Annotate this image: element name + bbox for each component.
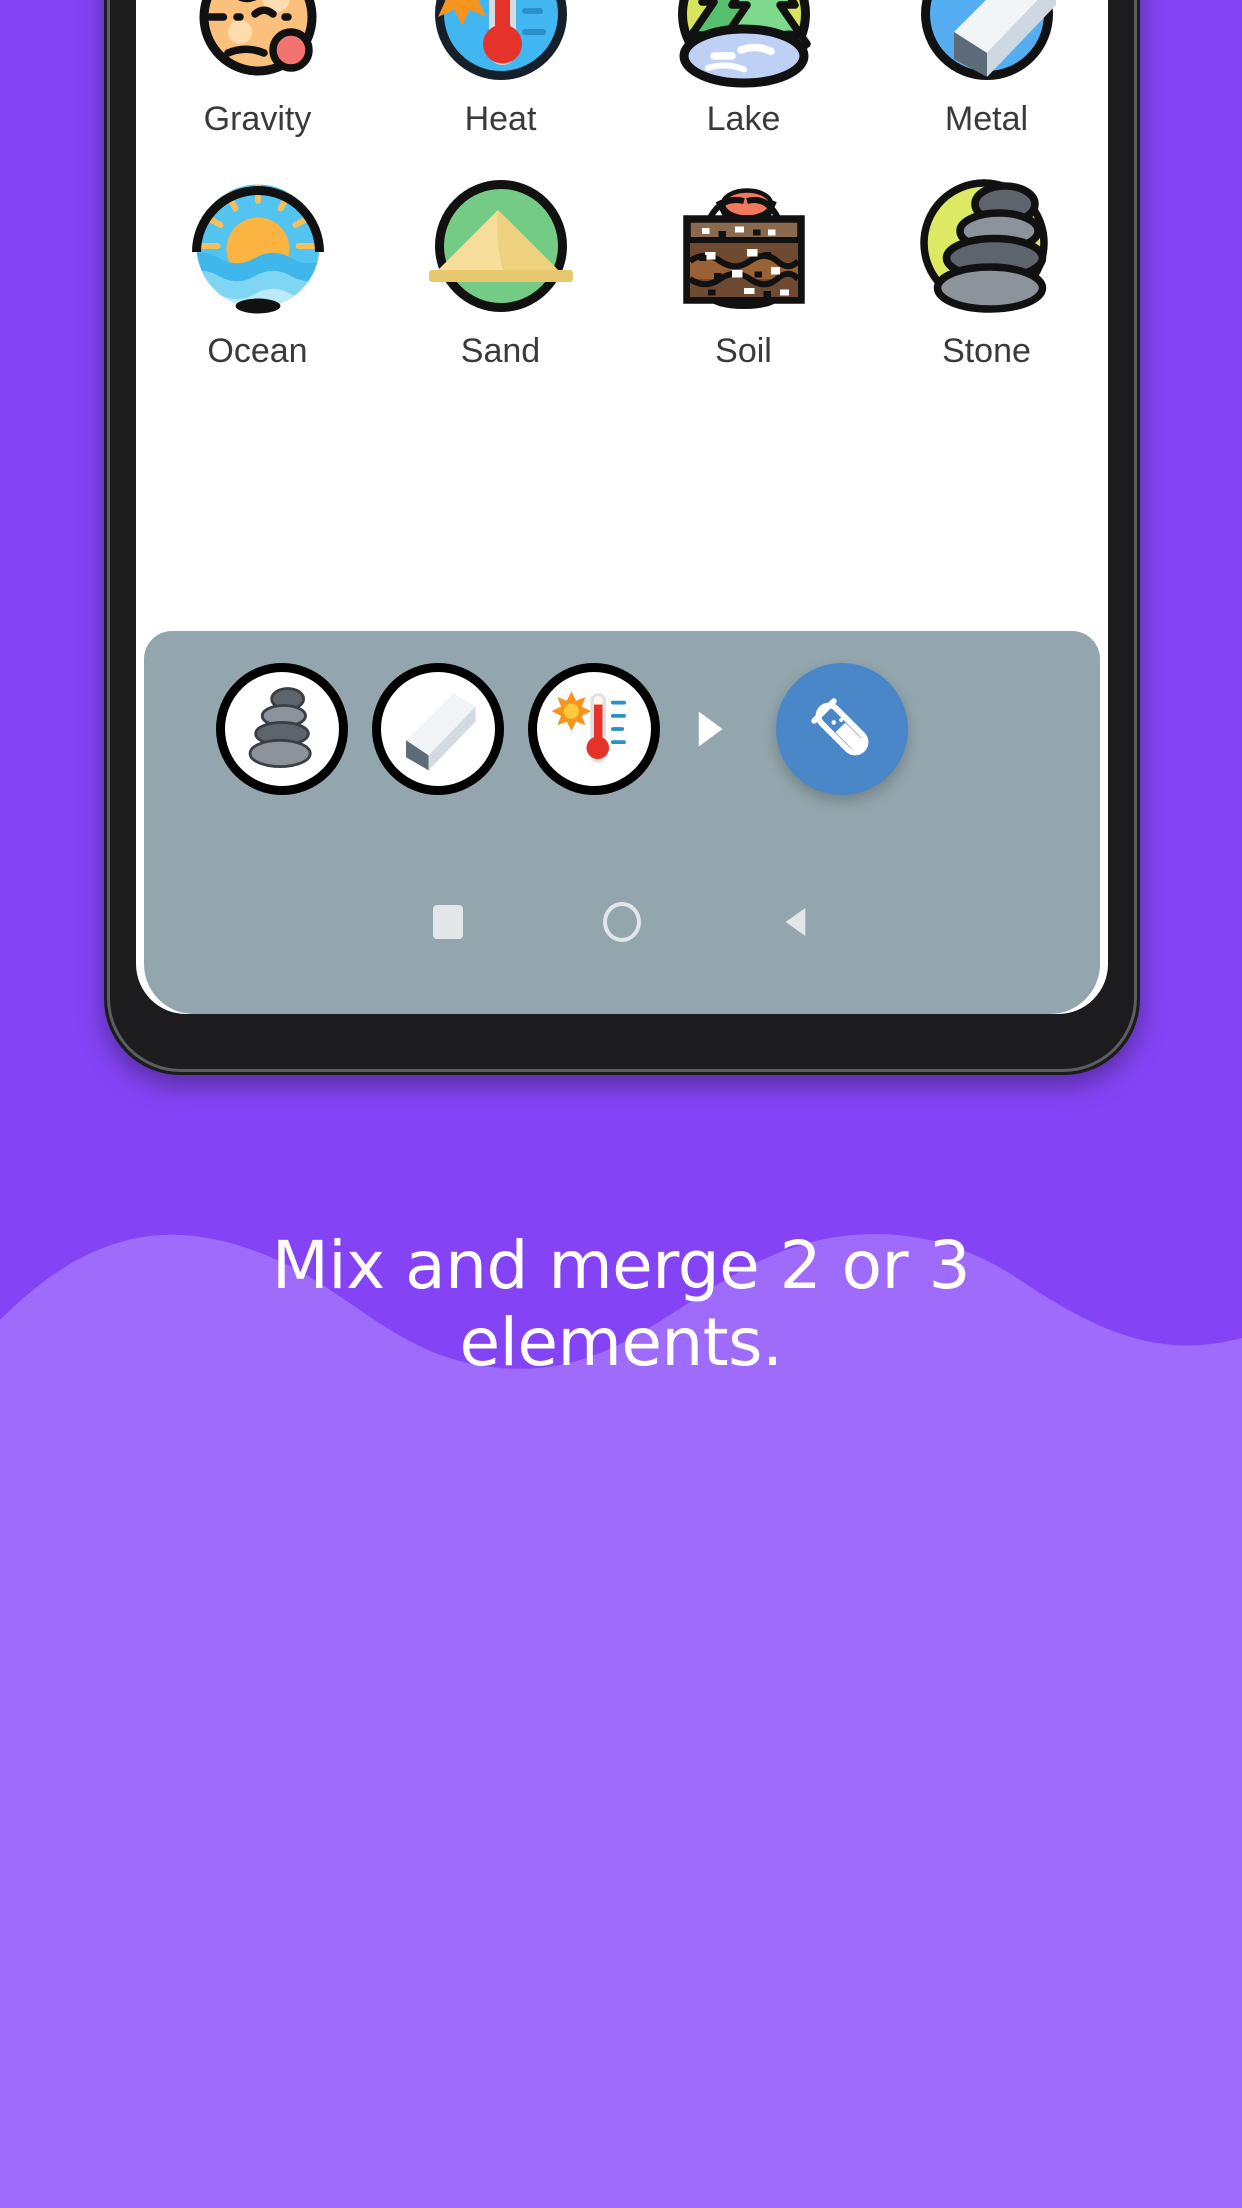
- play-triangle-icon[interactable]: [690, 705, 730, 753]
- ocean-sunset-icon: [183, 171, 333, 321]
- nav-home-button[interactable]: [596, 896, 648, 948]
- mix-elements-button[interactable]: [776, 663, 908, 795]
- back-triangle-icon: [785, 908, 806, 936]
- mixer-slot-stone[interactable]: [216, 663, 348, 795]
- element-label: Gravity: [203, 100, 312, 138]
- mixer-slot-heat[interactable]: [528, 663, 660, 795]
- element-cell-gravity[interactable]: Gravity: [136, 0, 379, 138]
- test-tube-icon: [811, 698, 869, 756]
- element-label: Sand: [460, 332, 541, 370]
- element-library-grid: Gravity Heat Lake Metal Ocean Sand Soil …: [136, 0, 1108, 609]
- metal-bar-icon: [912, 0, 1062, 89]
- phone-screen: Gravity Heat Lake Metal Ocean Sand Soil …: [136, 0, 1108, 1014]
- element-grid-row: Gravity Heat Lake Metal: [136, 0, 1108, 138]
- mixer-slot-metal[interactable]: [372, 663, 504, 795]
- heat-thermometer-icon: [551, 691, 626, 763]
- element-cell-stone[interactable]: Stone: [865, 171, 1108, 370]
- nav-recents-button[interactable]: [422, 896, 474, 948]
- sand-dune-icon: [426, 171, 576, 321]
- element-cell-ocean[interactable]: Ocean: [136, 171, 379, 370]
- element-label: Stone: [942, 332, 1031, 370]
- element-grid-row: Ocean Sand Soil Stone: [136, 171, 1108, 370]
- mixer-slot-row: [144, 649, 1100, 809]
- soil-layers-icon: [669, 171, 819, 321]
- element-cell-soil[interactable]: Soil: [622, 171, 865, 370]
- promo-caption: Mix and merge 2 or 3 elements.: [0, 1227, 1242, 1381]
- nav-back-button[interactable]: [770, 896, 822, 948]
- caption-line-2: elements.: [459, 1303, 783, 1381]
- element-cell-lake[interactable]: Lake: [622, 0, 865, 138]
- stone-cairn-icon: [248, 687, 312, 769]
- metal-bar-icon: [406, 693, 476, 771]
- android-navigation-bar: [144, 876, 1100, 968]
- lake-forest-icon: [669, 0, 819, 89]
- caption-line-1: Mix and merge 2 or 3: [271, 1227, 971, 1304]
- element-cell-metal[interactable]: Metal: [865, 0, 1108, 138]
- gravity-planet-icon: [183, 0, 333, 89]
- square-icon: [433, 905, 463, 939]
- element-label: Ocean: [207, 332, 308, 370]
- element-cell-heat[interactable]: Heat: [379, 0, 622, 138]
- heat-thermometer-icon: [426, 0, 576, 89]
- element-label: Lake: [706, 100, 781, 138]
- element-label: Soil: [715, 332, 772, 370]
- element-cell-sand[interactable]: Sand: [379, 171, 622, 370]
- phone-device-frame: Gravity Heat Lake Metal Ocean Sand Soil …: [104, 0, 1140, 1075]
- element-label: Heat: [464, 100, 537, 138]
- mixer-tray: [144, 631, 1100, 1014]
- stone-cairn-icon: [912, 171, 1062, 321]
- element-label: Metal: [944, 100, 1029, 138]
- circle-icon: [603, 902, 641, 942]
